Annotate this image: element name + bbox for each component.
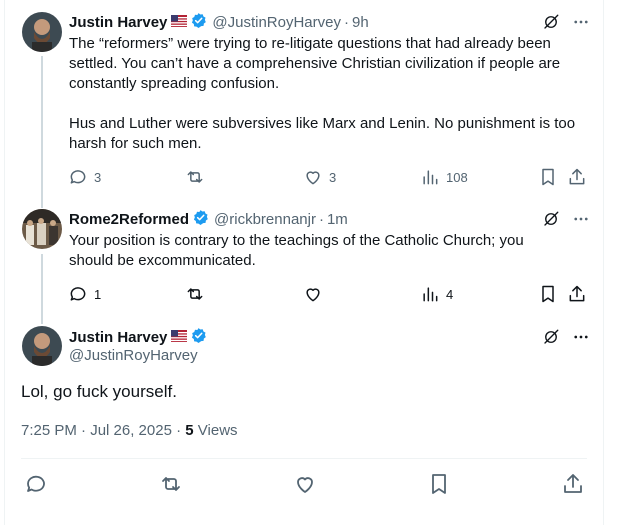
avatar[interactable] — [22, 209, 62, 249]
separator-dot: · — [318, 211, 324, 228]
bookmark-button[interactable] — [427, 472, 451, 496]
tweet-header: Rome2Reformed @rickbrennanjr · 1m — [69, 209, 348, 230]
like-count: 3 — [329, 169, 337, 185]
avatar[interactable] — [22, 326, 62, 366]
tweet-actions: 1 4 — [68, 284, 588, 304]
views-button[interactable]: 4 — [420, 284, 453, 304]
us-flag-icon — [171, 14, 188, 31]
grok-icon[interactable] — [542, 210, 560, 233]
tweet-header: Justin Harvey @JustinRoyHarvey · 9h — [69, 12, 369, 33]
like-button[interactable]: 3 — [303, 167, 336, 187]
verified-icon — [190, 12, 207, 33]
user-handle[interactable]: @JustinRoyHarvey — [69, 347, 198, 364]
bookmark-button[interactable] — [538, 284, 558, 304]
views-icon — [423, 287, 438, 302]
bookmark-icon — [432, 474, 446, 494]
reply-button[interactable]: 1 — [68, 284, 101, 304]
grok-icon[interactable] — [542, 328, 560, 351]
tweet-top-icons — [542, 210, 590, 233]
tweet-line: harsh for such men. — [69, 135, 202, 152]
views-count: 5 — [185, 422, 194, 439]
tweet-handle-row: @JustinRoyHarvey — [69, 347, 198, 364]
display-name[interactable]: Rome2Reformed — [69, 211, 189, 228]
user-handle[interactable]: @JustinRoyHarvey — [212, 14, 341, 31]
retweet-icon — [187, 171, 203, 183]
tweet-line: Hus and Luther were subversives like Mar… — [69, 115, 576, 132]
tweet-text: The “reformers” were trying to re-litiga… — [69, 34, 575, 154]
us-flag-icon — [171, 329, 188, 346]
like-icon — [306, 288, 320, 302]
reply-icon — [70, 170, 86, 184]
separator-dot: · — [344, 14, 349, 31]
tweet-line: Your position is contrary to the teachin… — [69, 232, 524, 249]
share-button[interactable] — [567, 167, 587, 187]
more-icon[interactable] — [572, 13, 590, 36]
reply-count: 3 — [94, 169, 102, 185]
share-icon — [569, 285, 585, 302]
tweet-top-icons — [542, 13, 590, 36]
tweet-actions — [24, 472, 594, 494]
like-icon — [297, 477, 313, 493]
tweet-line: should be excommunicated. — [69, 252, 256, 269]
separator-dot: · — [176, 422, 182, 439]
retweet-button[interactable] — [185, 167, 205, 187]
tweet-actions: 3 3 108 — [68, 167, 588, 187]
reply-button[interactable] — [24, 472, 48, 496]
display-name[interactable]: Justin Harvey — [69, 14, 167, 31]
bookmark-button[interactable] — [538, 167, 558, 187]
verified-icon — [190, 327, 207, 348]
user-handle[interactable]: @rickbrennanjr — [214, 211, 316, 228]
tweet-line: The “reformers” were trying to re-litiga… — [69, 35, 551, 52]
reply-icon — [70, 287, 86, 301]
tweet-meta: 7:25 PM · Jul 26, 2025 · 5 Views — [21, 422, 238, 439]
share-button[interactable] — [567, 284, 587, 304]
tweet-line: constantly spreading confusion. — [69, 75, 280, 92]
retweet-button[interactable] — [185, 284, 205, 304]
share-button[interactable] — [561, 472, 585, 496]
bookmark-icon — [542, 168, 554, 186]
views-button[interactable]: 108 — [420, 167, 468, 187]
like-button[interactable] — [303, 284, 323, 304]
tweet-header: Justin Harvey — [69, 327, 207, 348]
retweet-icon — [187, 288, 203, 300]
bookmark-icon — [542, 285, 554, 303]
grok-icon[interactable] — [542, 13, 560, 36]
views-count: 108 — [446, 169, 468, 185]
tweet-top-icons — [542, 328, 590, 351]
reply-icon — [27, 475, 45, 492]
tweet-time[interactable]: 1m — [327, 211, 348, 228]
views-label: Views — [197, 422, 238, 439]
share-icon — [569, 168, 585, 185]
thread-line — [41, 254, 43, 324]
reply-button[interactable]: 3 — [68, 167, 101, 187]
share-icon — [564, 474, 582, 493]
retweet-icon — [162, 477, 180, 491]
verified-icon — [192, 209, 209, 230]
tweet-time[interactable]: 9h — [352, 14, 369, 31]
like-icon — [306, 171, 320, 185]
display-name[interactable]: Justin Harvey — [69, 329, 167, 346]
avatar[interactable] — [22, 12, 62, 52]
tweet-line: settled. You can’t have a comprehensive … — [69, 55, 561, 72]
divider — [21, 458, 587, 459]
tweet-timestamp[interactable]: 7:25 PM · Jul 26, 2025 — [21, 422, 172, 439]
like-button[interactable] — [293, 472, 317, 496]
retweet-button[interactable] — [159, 472, 183, 496]
reply-count: 1 — [94, 286, 102, 302]
tweet-text: Your position is contrary to the teachin… — [69, 231, 524, 271]
thread-line — [41, 56, 43, 208]
tweet-text: Lol, go fuck yourself. — [21, 382, 177, 401]
more-icon[interactable] — [572, 210, 590, 233]
views-icon — [423, 170, 438, 185]
more-icon[interactable] — [572, 328, 590, 351]
views-count: 4 — [446, 286, 454, 302]
